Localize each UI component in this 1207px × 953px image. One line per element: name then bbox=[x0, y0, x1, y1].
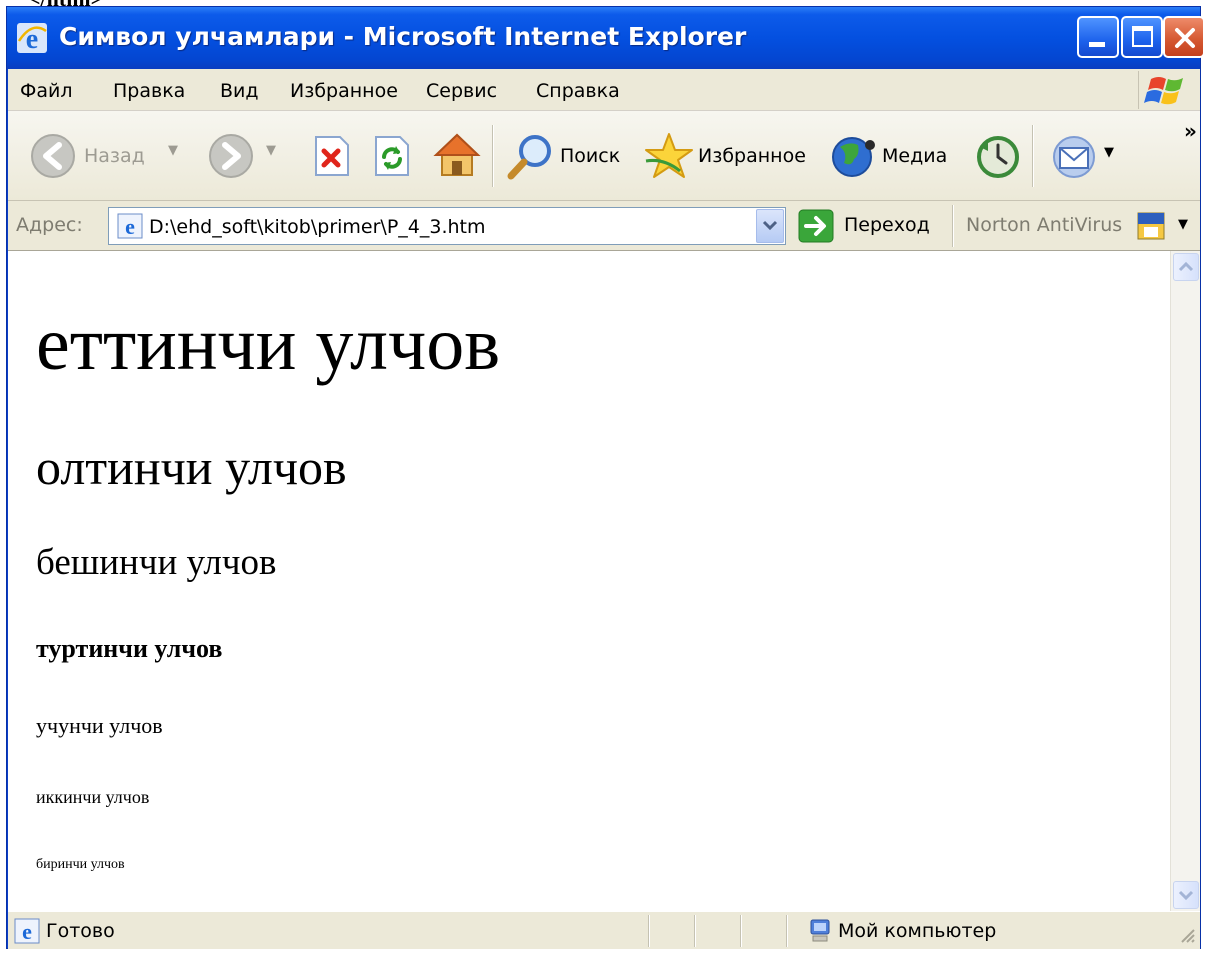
menu-favorites[interactable]: Избранное bbox=[290, 80, 398, 102]
status-pane bbox=[786, 915, 788, 947]
back-button-label[interactable]: Назад bbox=[84, 145, 145, 167]
page-content: еттинчи улчов олтинчи улчов бешинчи улчо… bbox=[8, 251, 1200, 911]
address-input[interactable]: e D:\ehd_soft\kitob\primer\P_4_3.htm bbox=[108, 207, 786, 245]
minimize-button[interactable] bbox=[1077, 16, 1119, 58]
home-icon[interactable] bbox=[432, 131, 482, 179]
menu-view[interactable]: Вид bbox=[220, 80, 259, 102]
heading-size-3: учунчи улчов bbox=[36, 713, 163, 738]
scroll-up-button[interactable] bbox=[1173, 253, 1199, 281]
search-button-label[interactable]: Поиск bbox=[560, 145, 620, 167]
heading-size-5: бешинчи улчов bbox=[36, 542, 277, 583]
document-area: еттинчи улчов олтинчи улчов бешинчи улчо… bbox=[8, 251, 1170, 911]
window-title: Символ улчамлари - Microsoft Internet Ex… bbox=[59, 22, 747, 51]
mail-dropdown-icon[interactable]: ▼ bbox=[1104, 145, 1114, 160]
status-text: Готово bbox=[46, 920, 115, 942]
title-bar[interactable]: e Символ улчамлари - Microsoft Internet … bbox=[7, 7, 1205, 69]
favorites-button-label[interactable]: Избранное bbox=[698, 145, 806, 167]
svg-text:e: e bbox=[22, 919, 32, 944]
chevron-up-icon bbox=[1178, 261, 1194, 272]
close-button[interactable] bbox=[1163, 16, 1205, 58]
security-zone-label: Мой компьютер bbox=[838, 920, 997, 942]
norton-dropdown-icon[interactable]: ▼ bbox=[1178, 217, 1188, 232]
norton-antivirus-label[interactable]: Norton AntiVirus bbox=[966, 214, 1122, 236]
media-button-label[interactable]: Медиа bbox=[882, 145, 947, 167]
toolbar-separator bbox=[1032, 125, 1034, 187]
toolbar-separator bbox=[492, 125, 494, 187]
vertical-scrollbar[interactable] bbox=[1170, 251, 1200, 911]
menu-tools[interactable]: Сервис bbox=[426, 80, 497, 102]
go-button-label[interactable]: Переход bbox=[844, 214, 930, 236]
status-ie-icon: e bbox=[14, 918, 40, 944]
stop-icon[interactable] bbox=[312, 135, 352, 177]
standard-toolbar: Назад ▼ ▼ Поиск Избранное Медиа ▼ » bbox=[8, 111, 1200, 201]
maximize-button[interactable] bbox=[1121, 16, 1163, 58]
browser-window: e Символ улчамлари - Microsoft Internet … bbox=[6, 6, 1205, 949]
heading-size-6: олтинчи улчов bbox=[36, 439, 347, 495]
menu-edit[interactable]: Правка bbox=[113, 80, 185, 102]
toolbar-chevron-icon[interactable]: » bbox=[1184, 119, 1197, 143]
go-arrow-icon[interactable] bbox=[798, 209, 834, 243]
ie-logo-icon: e bbox=[17, 23, 47, 55]
history-icon[interactable] bbox=[974, 133, 1022, 181]
close-icon bbox=[1175, 28, 1195, 48]
media-globe-icon[interactable] bbox=[830, 133, 878, 179]
favorites-star-icon[interactable] bbox=[644, 131, 694, 181]
scroll-down-button[interactable] bbox=[1173, 881, 1199, 909]
heading-size-7: еттинчи улчов bbox=[36, 302, 501, 386]
chevron-down-icon bbox=[1178, 890, 1194, 901]
status-bar: e Готово Мой компьютер bbox=[8, 911, 1200, 949]
mail-icon[interactable] bbox=[1048, 133, 1100, 181]
my-computer-icon bbox=[810, 919, 830, 942]
menu-bar: Файл Правка Вид Избранное Сервис Справка bbox=[8, 69, 1200, 111]
address-value: D:\ehd_soft\kitob\primer\P_4_3.htm bbox=[149, 216, 486, 238]
norton-icon[interactable] bbox=[1136, 211, 1166, 241]
page-ie-icon: e bbox=[117, 213, 143, 239]
status-pane bbox=[740, 915, 742, 947]
address-label: Адрес: bbox=[16, 214, 83, 236]
search-icon[interactable] bbox=[506, 131, 554, 181]
forward-arrow-icon[interactable] bbox=[208, 133, 254, 179]
refresh-icon[interactable] bbox=[372, 135, 412, 177]
heading-size-1: биринчи улчов bbox=[36, 857, 125, 872]
address-separator bbox=[952, 205, 954, 247]
heading-size-2: иккинчи улчов bbox=[36, 787, 150, 807]
back-arrow-icon[interactable] bbox=[30, 133, 76, 179]
status-pane bbox=[694, 915, 696, 947]
chevron-down-icon bbox=[762, 220, 778, 231]
menu-help[interactable]: Справка bbox=[536, 80, 620, 102]
heading-size-4: туртинчи улчов bbox=[36, 634, 223, 663]
back-dropdown-icon[interactable]: ▼ bbox=[168, 143, 178, 158]
menu-file[interactable]: Файл bbox=[20, 80, 73, 102]
address-bar: Адрес: e D:\ehd_soft\kitob\primer\P_4_3.… bbox=[8, 201, 1200, 251]
windows-logo-icon bbox=[1138, 71, 1194, 109]
minimize-icon bbox=[1089, 42, 1105, 47]
address-dropdown-button[interactable] bbox=[756, 209, 784, 243]
svg-text:e: e bbox=[125, 214, 135, 239]
maximize-icon bbox=[1132, 26, 1153, 47]
resize-grip-icon[interactable] bbox=[1178, 926, 1196, 944]
forward-dropdown-icon[interactable]: ▼ bbox=[266, 143, 276, 158]
status-pane bbox=[648, 915, 650, 947]
